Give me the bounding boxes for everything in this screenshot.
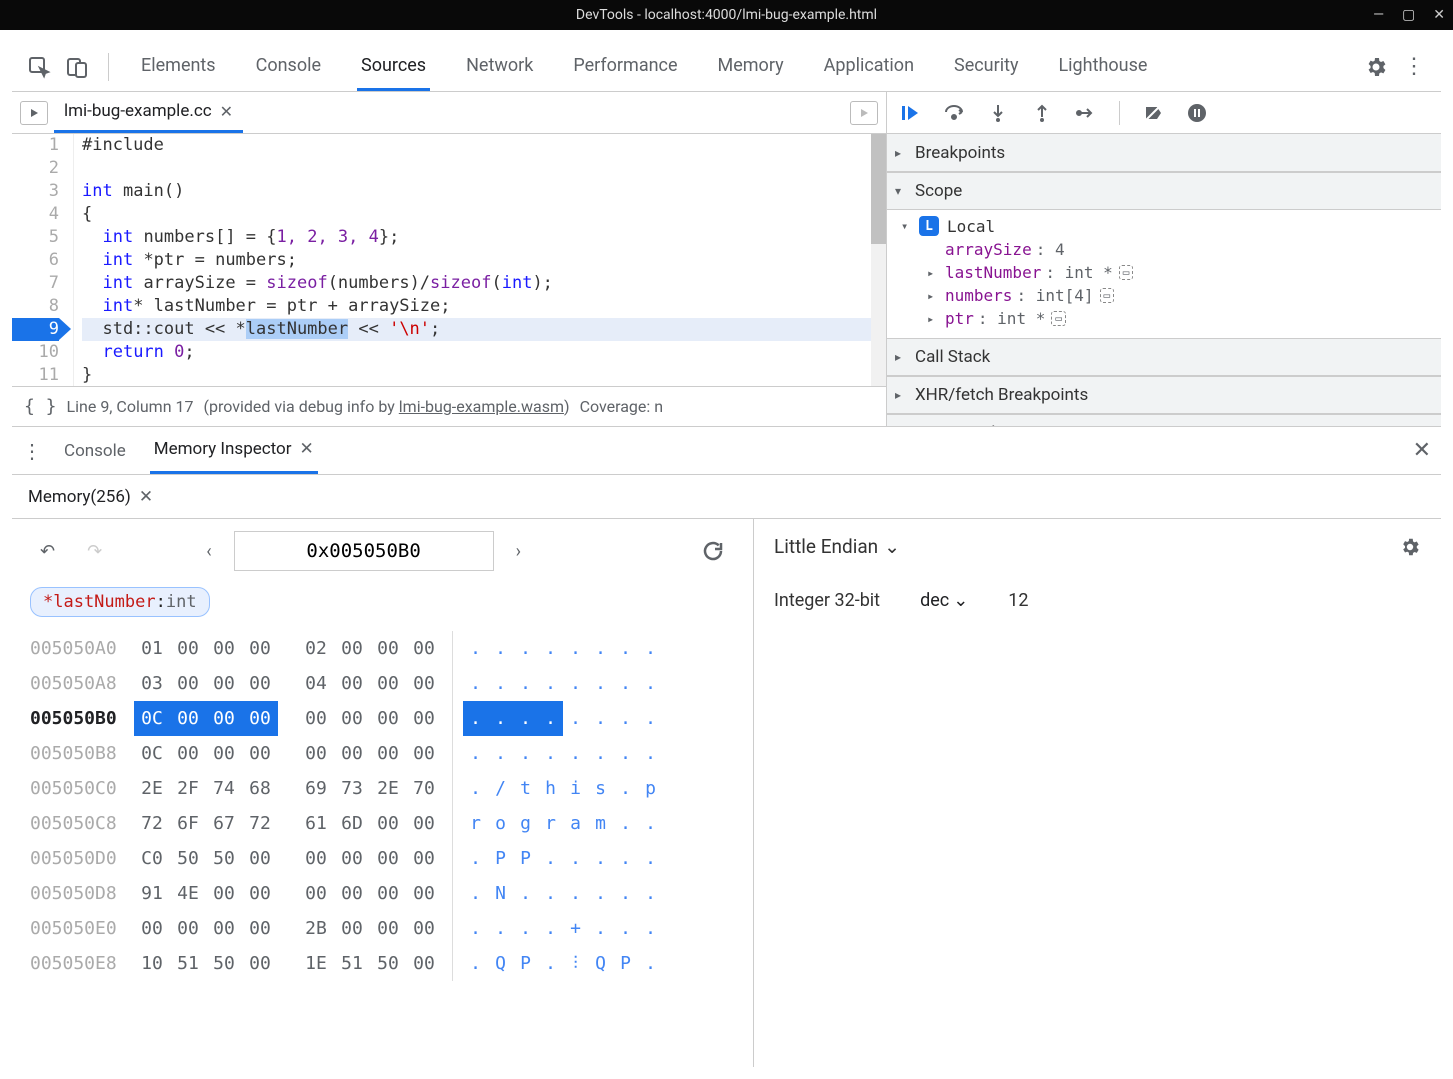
scope-pane[interactable]: ▾Scope xyxy=(887,172,1441,210)
local-badge-icon: L xyxy=(919,216,939,236)
memory-chip-icon[interactable]: ▭ xyxy=(1100,288,1115,303)
tab-application[interactable]: Application xyxy=(820,43,918,91)
window-titlebar: DevTools - localhost:4000/lmi-bug-exampl… xyxy=(0,0,1453,30)
address-input[interactable] xyxy=(234,531,494,571)
close-tab-icon[interactable]: ✕ xyxy=(220,102,233,121)
drawer-tabs: ⋮ Console Memory Inspector ✕ ✕ xyxy=(12,427,1441,475)
step-out-icon[interactable] xyxy=(1031,102,1053,124)
pointer-chip[interactable]: *lastNumber: int xyxy=(30,587,210,617)
dom-breakpoints-pane[interactable]: ▸DOM Breakpoints xyxy=(887,414,1441,426)
more-menu-icon[interactable]: ⋮ xyxy=(1399,52,1429,82)
deactivate-breakpoints-icon[interactable] xyxy=(1142,102,1164,124)
drawer-menu-icon[interactable]: ⋮ xyxy=(22,439,40,463)
file-tabs: lmi-bug-example.cc ✕ xyxy=(12,92,886,134)
cursor-position: Line 9, Column 17 xyxy=(67,397,194,416)
redo-icon[interactable]: ↷ xyxy=(77,541,112,562)
prev-page-icon[interactable]: ‹ xyxy=(196,541,221,562)
scope-var[interactable]: ▸ptr: int *▭ xyxy=(887,307,1441,330)
scope-var[interactable]: ▸lastNumber: int *▭ xyxy=(887,261,1441,284)
file-tab-name: lmi-bug-example.cc xyxy=(64,101,212,121)
debug-info-link[interactable]: lmi-bug-example.wasm xyxy=(399,397,564,416)
scope-local[interactable]: ▾LLocal xyxy=(887,214,1441,238)
code-editor[interactable]: 123456789101112 #include int main(){ int… xyxy=(12,134,886,386)
maximize-icon[interactable]: ▢ xyxy=(1402,7,1415,23)
tab-lighthouse[interactable]: Lighthouse xyxy=(1054,43,1151,91)
resume-icon[interactable] xyxy=(899,102,921,124)
callstack-pane[interactable]: ▸Call Stack xyxy=(887,338,1441,376)
tab-performance[interactable]: Performance xyxy=(569,43,681,91)
memory-inspector-tab[interactable]: Memory Inspector ✕ xyxy=(150,427,318,474)
undo-icon[interactable]: ↶ xyxy=(30,541,65,562)
value-settings-icon[interactable] xyxy=(1399,536,1421,558)
hex-row[interactable]: 005050C02E2F746869732E70./this.p xyxy=(30,771,735,806)
pretty-print-icon[interactable]: { } xyxy=(24,396,57,417)
device-toggle-icon[interactable] xyxy=(62,52,92,82)
close-icon[interactable]: ✕ xyxy=(139,487,153,507)
debug-toolbar xyxy=(887,92,1441,134)
hex-row[interactable]: 005050E0000000002B000000....+... xyxy=(30,911,735,946)
editor-scrollbar[interactable] xyxy=(871,134,886,386)
window-title: DevTools - localhost:4000/lmi-bug-exampl… xyxy=(576,7,877,23)
hex-row[interactable]: 005050C8726F6772616D0000rogram.. xyxy=(30,806,735,841)
tab-memory[interactable]: Memory xyxy=(714,43,788,91)
hex-row[interactable]: 005050D0C050500000000000.PP..... xyxy=(30,841,735,876)
hex-grid[interactable]: 005050A00100000002000000........005050A8… xyxy=(30,631,735,981)
memory-chip-icon[interactable]: ▭ xyxy=(1051,311,1066,326)
chevron-down-icon: ⌄ xyxy=(953,590,968,611)
debug-info: (provided via debug info by lmi-bug-exam… xyxy=(204,397,570,416)
close-icon[interactable]: ✕ xyxy=(300,439,314,459)
close-window-icon[interactable]: ✕ xyxy=(1433,7,1445,23)
format-selector[interactable]: dec⌄ xyxy=(920,590,968,611)
main-tabs: Elements Console Sources Network Performance… xyxy=(137,43,1353,91)
coverage-label: Coverage: n xyxy=(580,397,664,416)
tab-security[interactable]: Security xyxy=(950,43,1022,91)
tab-elements[interactable]: Elements xyxy=(137,43,220,91)
minimize-icon[interactable]: — xyxy=(1373,7,1384,23)
tab-network[interactable]: Network xyxy=(462,43,537,91)
hex-row[interactable]: 005050A00100000002000000........ xyxy=(30,631,735,666)
pause-exceptions-icon[interactable] xyxy=(1186,102,1208,124)
hex-row[interactable]: 005050D8914E000000000000.N...... xyxy=(30,876,735,911)
hex-row[interactable]: 005050B80C00000000000000........ xyxy=(30,736,735,771)
memory-tab[interactable]: Memory(256) ✕ xyxy=(22,477,159,517)
endian-selector[interactable]: Little Endian ⌄ xyxy=(774,535,900,558)
main-toolbar: Elements Console Sources Network Performance… xyxy=(12,42,1441,92)
scope-var[interactable]: arraySize: 4 xyxy=(887,238,1441,261)
navigator-toggle-icon[interactable] xyxy=(20,101,48,125)
refresh-icon[interactable] xyxy=(691,539,735,563)
hex-row[interactable]: 005050E8105150001E515000.QP.⫶QP. xyxy=(30,946,735,981)
drawer-close-icon[interactable]: ✕ xyxy=(1413,438,1431,463)
step-icon[interactable] xyxy=(1075,102,1097,124)
scope-var[interactable]: ▸numbers: int[4]▭ xyxy=(887,284,1441,307)
hex-row[interactable]: 005050A80300000004000000........ xyxy=(30,666,735,701)
interpreted-value: 12 xyxy=(1008,590,1028,611)
tab-sources[interactable]: Sources xyxy=(357,43,430,91)
settings-gear-icon[interactable] xyxy=(1361,52,1391,82)
step-into-icon[interactable] xyxy=(987,102,1009,124)
hex-row[interactable]: 005050B00C00000000000000........ xyxy=(30,701,735,736)
breakpoints-pane[interactable]: ▸Breakpoints xyxy=(887,134,1441,172)
xhr-breakpoints-pane[interactable]: ▸XHR/fetch Breakpoints xyxy=(887,376,1441,414)
memory-tabs: Memory(256) ✕ xyxy=(12,475,1441,519)
next-page-icon[interactable]: › xyxy=(506,541,531,562)
editor-status-bar: { } Line 9, Column 17 (provided via debu… xyxy=(12,386,886,426)
tab-console[interactable]: Console xyxy=(252,43,325,91)
console-tab[interactable]: Console xyxy=(60,429,130,473)
chevron-down-icon: ⌄ xyxy=(884,535,900,558)
value-type-label: Integer 32-bit xyxy=(774,590,880,611)
inspect-element-icon[interactable] xyxy=(24,52,54,82)
step-over-icon[interactable] xyxy=(943,102,965,124)
file-tab-active[interactable]: lmi-bug-example.cc ✕ xyxy=(54,92,243,133)
snippets-run-icon[interactable] xyxy=(850,101,878,125)
memory-chip-icon[interactable]: ▭ xyxy=(1119,265,1134,280)
